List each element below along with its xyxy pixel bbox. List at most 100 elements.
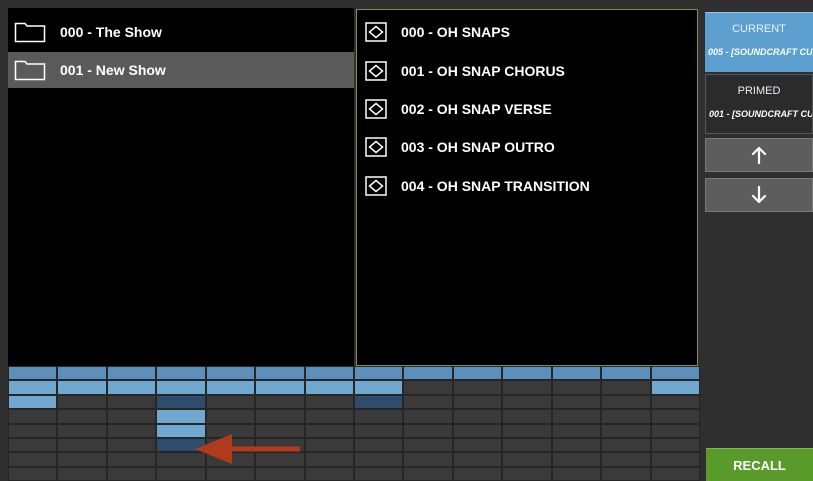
grid-cell[interactable] <box>551 423 602 438</box>
cue-up-button[interactable] <box>705 138 813 172</box>
current-cue-button[interactable]: CURRENT 005 - [SOUNDCRAFT CUE <box>705 12 813 72</box>
grid-cell[interactable] <box>601 423 651 438</box>
grid-cell[interactable] <box>8 380 58 395</box>
grid-cell[interactable] <box>8 423 58 438</box>
grid-cell[interactable] <box>502 409 552 424</box>
cue-grid[interactable] <box>8 366 700 481</box>
grid-cell[interactable] <box>502 394 552 410</box>
grid-cell[interactable] <box>551 366 602 381</box>
grid-cell[interactable] <box>156 423 206 438</box>
grid-cell[interactable] <box>452 466 503 481</box>
grid-cell[interactable] <box>106 452 157 467</box>
grid-cell[interactable] <box>601 437 651 453</box>
cue-down-button[interactable] <box>705 178 813 212</box>
grid-cell[interactable] <box>106 409 157 424</box>
snapshot-item[interactable]: 003 - OH SNAP OUTRO <box>357 129 697 165</box>
grid-cell[interactable] <box>156 452 206 467</box>
grid-cell[interactable] <box>205 366 256 381</box>
grid-cell[interactable] <box>551 452 602 467</box>
grid-cell[interactable] <box>57 366 107 381</box>
grid-cell[interactable] <box>304 366 354 381</box>
grid-cell[interactable] <box>650 380 700 395</box>
grid-cell[interactable] <box>106 466 157 481</box>
grid-cell[interactable] <box>502 437 552 453</box>
grid-cell[interactable] <box>354 466 404 481</box>
grid-cell[interactable] <box>601 466 651 481</box>
grid-cell[interactable] <box>551 466 602 481</box>
primed-cue-button[interactable]: PRIMED 001 - [SOUNDCRAFT CUE <box>705 74 813 134</box>
grid-cell[interactable] <box>403 366 453 381</box>
grid-cell[interactable] <box>304 423 354 438</box>
grid-cell[interactable] <box>156 380 206 395</box>
grid-cell[interactable] <box>156 466 206 481</box>
grid-cell[interactable] <box>57 394 107 410</box>
grid-cell[interactable] <box>502 380 552 395</box>
grid-cell[interactable] <box>551 380 602 395</box>
grid-cell[interactable] <box>106 380 157 395</box>
grid-cell[interactable] <box>650 437 700 453</box>
grid-cell[interactable] <box>8 466 58 481</box>
grid-cell[interactable] <box>452 380 503 395</box>
grid-cell[interactable] <box>403 437 453 453</box>
grid-cell[interactable] <box>156 394 206 410</box>
grid-cell[interactable] <box>8 366 58 381</box>
grid-cell[interactable] <box>205 380 256 395</box>
grid-cell[interactable] <box>650 423 700 438</box>
grid-cell[interactable] <box>502 366 552 381</box>
show-item-selected[interactable]: 001 - New Show <box>8 52 354 88</box>
grid-cell[interactable] <box>8 437 58 453</box>
grid-cell[interactable] <box>106 437 157 453</box>
grid-cell[interactable] <box>601 380 651 395</box>
recall-button[interactable]: RECALL <box>706 448 813 481</box>
grid-cell[interactable] <box>601 452 651 467</box>
grid-cell[interactable] <box>354 437 404 453</box>
grid-cell[interactable] <box>8 409 58 424</box>
grid-cell[interactable] <box>601 366 651 381</box>
grid-cell[interactable] <box>403 423 453 438</box>
grid-cell[interactable] <box>452 394 503 410</box>
grid-cell[interactable] <box>403 409 453 424</box>
grid-cell[interactable] <box>354 380 404 395</box>
grid-cell[interactable] <box>57 380 107 395</box>
grid-cell[interactable] <box>8 394 58 410</box>
grid-cell[interactable] <box>156 437 206 453</box>
grid-cell[interactable] <box>403 466 453 481</box>
snapshot-item[interactable]: 001 - OH SNAP CHORUS <box>357 53 697 89</box>
grid-cell[interactable] <box>502 466 552 481</box>
grid-cell[interactable] <box>304 437 354 453</box>
grid-cell[interactable] <box>255 366 305 381</box>
grid-cell[interactable] <box>354 394 404 410</box>
grid-cell[interactable] <box>255 380 305 395</box>
grid-cell[interactable] <box>255 452 305 467</box>
grid-cell[interactable] <box>403 452 453 467</box>
grid-cell[interactable] <box>156 366 206 381</box>
grid-cell[interactable] <box>255 409 305 424</box>
grid-cell[interactable] <box>304 409 354 424</box>
grid-cell[interactable] <box>650 394 700 410</box>
show-item[interactable]: 000 - The Show <box>8 14 354 50</box>
grid-cell[interactable] <box>650 466 700 481</box>
grid-cell[interactable] <box>205 394 256 410</box>
grid-cell[interactable] <box>551 437 602 453</box>
grid-cell[interactable] <box>304 394 354 410</box>
grid-cell[interactable] <box>205 423 256 438</box>
grid-cell[interactable] <box>354 452 404 467</box>
grid-cell[interactable] <box>601 394 651 410</box>
grid-cell[interactable] <box>255 423 305 438</box>
grid-cell[interactable] <box>452 366 503 381</box>
grid-cell[interactable] <box>452 452 503 467</box>
grid-cell[interactable] <box>601 409 651 424</box>
grid-cell[interactable] <box>57 409 107 424</box>
grid-cell[interactable] <box>403 394 453 410</box>
grid-cell[interactable] <box>106 423 157 438</box>
grid-cell[interactable] <box>354 366 404 381</box>
grid-cell[interactable] <box>304 452 354 467</box>
grid-cell[interactable] <box>502 423 552 438</box>
grid-cell[interactable] <box>354 423 404 438</box>
grid-cell[interactable] <box>57 452 107 467</box>
grid-cell[interactable] <box>255 394 305 410</box>
grid-cell[interactable] <box>205 452 256 467</box>
grid-cell[interactable] <box>255 437 305 453</box>
grid-cell[interactable] <box>205 466 256 481</box>
grid-cell[interactable] <box>304 466 354 481</box>
